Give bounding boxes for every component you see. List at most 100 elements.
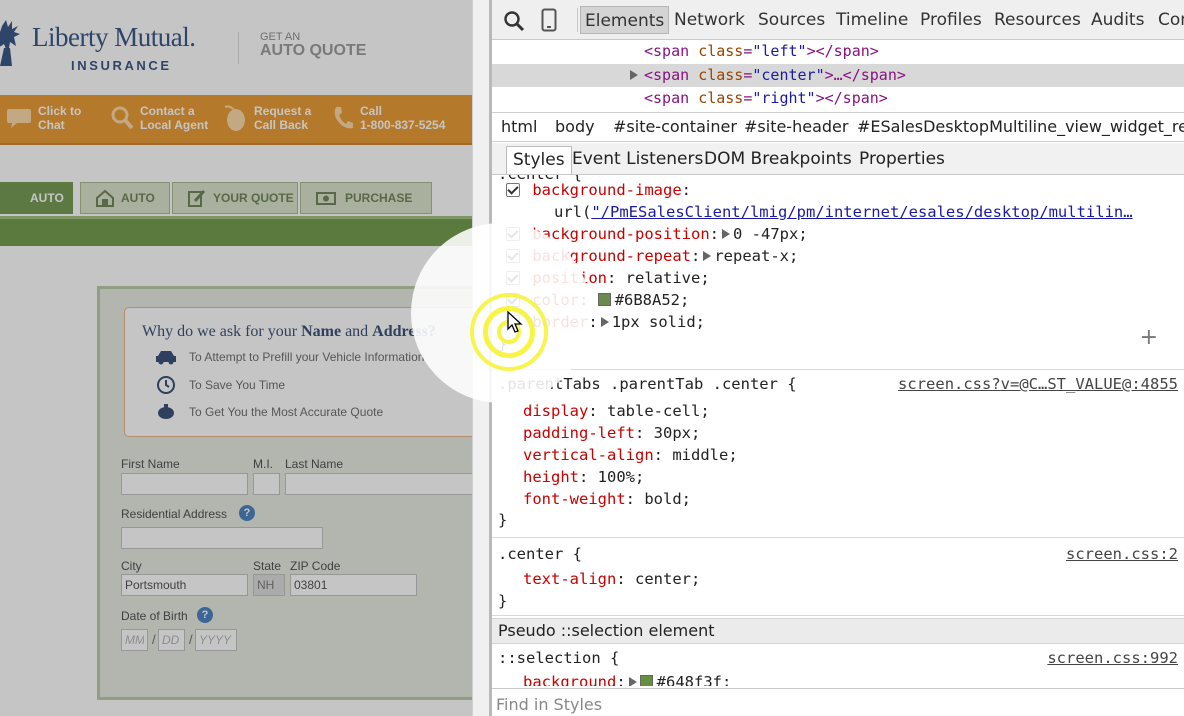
tab-network[interactable]: Network — [674, 6, 745, 34]
rule-selector[interactable]: .parentTabs .parentTab .center { — [498, 375, 797, 393]
style-declaration[interactable]: border: 1px solid; — [506, 311, 705, 333]
dom-node[interactable]: <span class="left"></span> — [492, 40, 1184, 63]
tab-elements[interactable]: Elements — [580, 6, 670, 34]
breadcrumb-site-header[interactable]: #site-header — [744, 117, 848, 136]
declaration-checkbox[interactable] — [506, 183, 520, 197]
rule-selector[interactable]: ::selection { — [498, 649, 619, 667]
prop-value[interactable]: #648f3f; — [657, 673, 732, 686]
color-swatch[interactable] — [597, 293, 611, 306]
click-to-chat-link[interactable]: Click to Chat — [6, 104, 108, 132]
style-declaration[interactable]: background: #648f3f; — [523, 671, 731, 686]
dom-node[interactable]: <span class="right"></span> — [492, 87, 1184, 110]
phone-icon — [334, 107, 353, 129]
request-call-back-link[interactable]: Request a Call Back — [222, 104, 334, 132]
expand-triangle-icon[interactable] — [628, 677, 637, 686]
dom-node-selected[interactable]: <span class="center">…</span> — [492, 64, 1184, 87]
brand-name: Liberty Mutual. — [32, 22, 196, 52]
tab-console[interactable]: Con — [1158, 6, 1184, 34]
breadcrumb-site-container[interactable]: #site-container — [613, 117, 737, 136]
style-declaration[interactable]: position: relative; — [506, 267, 710, 289]
style-declaration[interactable]: display: table-cell; — [523, 400, 710, 422]
brand-subtitle: INSURANCE — [71, 58, 172, 73]
expand-triangle-icon[interactable] — [722, 229, 730, 239]
breadcrumb-widget-region[interactable]: #ESalesDesktopMultiline_view_widget_regi… — [857, 117, 1184, 136]
why-item: To Save You Time — [155, 375, 285, 395]
style-declaration[interactable]: padding-left: 30px; — [523, 422, 700, 444]
tab-audits[interactable]: Audits — [1091, 6, 1144, 34]
step-purchase[interactable]: PURCHASE — [300, 182, 432, 214]
last-name-input[interactable] — [285, 473, 472, 495]
style-declaration[interactable]: background-image: — [506, 179, 691, 201]
prop-name: color — [532, 291, 580, 309]
first-name-input[interactable] — [121, 473, 248, 495]
style-declaration[interactable]: color: #6B8A52; — [506, 289, 689, 311]
expand-triangle-icon[interactable] — [630, 70, 638, 80]
tab-timeline[interactable]: Timeline — [836, 6, 908, 34]
rule-selector[interactable]: .center { — [498, 545, 582, 563]
dob-year-input[interactable] — [195, 629, 237, 651]
middle-initial-input[interactable] — [253, 473, 280, 495]
address-help-icon[interactable]: ? — [239, 505, 255, 521]
tab-dom-breakpoints[interactable]: DOM Breakpoints — [704, 146, 852, 174]
device-mode-icon[interactable] — [541, 8, 557, 32]
prop-value[interactable]: center; — [635, 570, 700, 588]
add-rule-button[interactable]: + — [1140, 325, 1158, 350]
dob-day-input[interactable] — [158, 629, 185, 651]
prop-value[interactable]: bold; — [644, 490, 691, 508]
rule-source-link[interactable]: screen.css:992 — [1047, 649, 1178, 667]
rule-source-link[interactable]: screen.css:2 — [1066, 545, 1178, 563]
style-declaration[interactable]: font-weight: bold; — [523, 488, 691, 510]
declaration-checkbox[interactable] — [506, 315, 520, 329]
prop-value[interactable]: table-cell; — [607, 402, 710, 420]
tag-open: <span — [644, 42, 699, 60]
declaration-checkbox[interactable] — [506, 227, 520, 241]
expand-triangle-icon[interactable] — [600, 317, 609, 327]
prop-value[interactable]: #6B8A52; — [615, 291, 690, 309]
prop-value[interactable]: 0 -47px; — [733, 225, 808, 243]
prop-value[interactable]: 1px solid; — [612, 313, 705, 331]
style-declaration[interactable]: background-repeat: repeat-x; — [506, 245, 798, 267]
style-declaration[interactable]: background-position: 0 -47px; — [506, 223, 808, 245]
first-name-label: First Name — [121, 457, 180, 471]
step-auto[interactable]: AUTO — [80, 182, 170, 214]
style-declaration[interactable]: text-align: center; — [523, 568, 700, 590]
expand-triangle-icon[interactable] — [703, 251, 712, 261]
style-declaration[interactable]: vertical-align: middle; — [523, 444, 738, 466]
attr-value: "left" — [752, 42, 807, 60]
style-declaration[interactable]: height: 100%; — [523, 466, 644, 488]
tab-profiles[interactable]: Profiles — [920, 6, 982, 34]
breadcrumb-html[interactable]: html — [501, 117, 537, 136]
zip-code-input[interactable] — [290, 574, 417, 596]
city-input[interactable] — [121, 574, 248, 596]
step-your-quote[interactable]: YOUR QUOTE — [172, 182, 298, 214]
declaration-checkbox[interactable] — [506, 271, 520, 285]
background-image-url-link[interactable]: "/PmESalesClient/lmig/pm/internet/esales… — [591, 203, 1132, 221]
declaration-checkbox[interactable] — [506, 249, 520, 263]
tab-properties[interactable]: Properties — [859, 146, 945, 174]
step-auto-current[interactable]: AUTO — [0, 182, 73, 214]
prop-value[interactable]: 100%; — [598, 468, 645, 486]
prop-sep: : — [588, 313, 598, 331]
prop-value[interactable]: middle; — [672, 446, 737, 464]
prop-value[interactable]: 30px; — [654, 424, 701, 442]
search-icon[interactable] — [503, 10, 525, 32]
tab-event-listeners[interactable]: Event Listeners — [572, 146, 703, 174]
tab-styles[interactable]: Styles — [506, 146, 572, 174]
rule-source-link[interactable]: screen.css?v=@C…ST_VALUE@:4855 — [898, 375, 1178, 393]
dob-month-input[interactable] — [121, 629, 148, 651]
declaration-checkbox[interactable] — [506, 293, 520, 307]
page-scrollbar[interactable] — [472, 0, 490, 716]
color-swatch[interactable] — [639, 675, 653, 686]
dob-help-icon[interactable]: ? — [197, 607, 213, 623]
tab-sources[interactable]: Sources — [758, 6, 825, 34]
contact-local-agent-link[interactable]: Contact a Local Agent — [110, 104, 220, 132]
state-input[interactable] — [253, 574, 285, 596]
residential-address-input[interactable] — [121, 527, 323, 549]
prop-value[interactable]: relative; — [626, 269, 710, 287]
call-phone-link[interactable]: Call 1-800-837-5254 — [332, 104, 460, 132]
contact-line2: Chat — [38, 118, 65, 132]
tab-resources[interactable]: Resources — [994, 6, 1081, 34]
find-in-styles-input[interactable] — [496, 693, 1096, 715]
breadcrumb-body[interactable]: body — [555, 117, 595, 136]
prop-value[interactable]: repeat-x; — [714, 247, 798, 265]
